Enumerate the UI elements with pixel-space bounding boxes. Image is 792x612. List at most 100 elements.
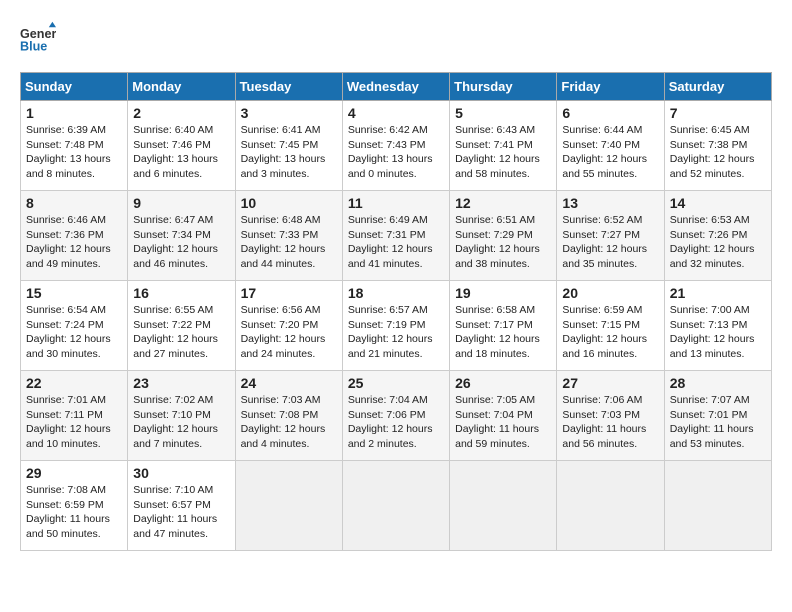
day-number: 28 [670, 375, 766, 391]
cell-line: Sunset: 6:59 PM [26, 498, 122, 513]
cell-line: and 49 minutes. [26, 257, 122, 272]
day-number: 30 [133, 465, 229, 481]
cell-line: Daylight: 12 hours [26, 242, 122, 257]
cell-line: Sunset: 7:04 PM [455, 408, 551, 423]
calendar-cell [557, 461, 664, 551]
cell-line: Sunset: 7:15 PM [562, 318, 658, 333]
calendar-cell: 15Sunrise: 6:54 AMSunset: 7:24 PMDayligh… [21, 281, 128, 371]
cell-line: Daylight: 12 hours [348, 422, 444, 437]
cell-line: Daylight: 12 hours [562, 332, 658, 347]
cell-line: Daylight: 12 hours [670, 152, 766, 167]
cell-line: and 59 minutes. [455, 437, 551, 452]
calendar-week-row: 15Sunrise: 6:54 AMSunset: 7:24 PMDayligh… [21, 281, 772, 371]
cell-line: and 50 minutes. [26, 527, 122, 542]
cell-line: Sunset: 7:48 PM [26, 138, 122, 153]
day-number: 18 [348, 285, 444, 301]
cell-line: Sunrise: 6:49 AM [348, 213, 444, 228]
weekday-header: Thursday [450, 73, 557, 101]
calendar-table: SundayMondayTuesdayWednesdayThursdayFrid… [20, 72, 772, 551]
weekday-header: Monday [128, 73, 235, 101]
cell-line: Sunset: 7:11 PM [26, 408, 122, 423]
cell-line: Sunrise: 6:46 AM [26, 213, 122, 228]
weekday-header-row: SundayMondayTuesdayWednesdayThursdayFrid… [21, 73, 772, 101]
day-number: 16 [133, 285, 229, 301]
cell-line: and 10 minutes. [26, 437, 122, 452]
svg-text:Blue: Blue [20, 40, 47, 54]
calendar-cell: 25 Sunrise: 7:04 AMSunset: 7:06 PMDayligh… [342, 371, 449, 461]
day-number: 17 [241, 285, 337, 301]
cell-line: and 24 minutes. [241, 347, 337, 362]
cell-line: Sunrise: 6:53 AM [670, 213, 766, 228]
cell-line: and 46 minutes. [133, 257, 229, 272]
cell-line: and 8 minutes. [26, 167, 122, 182]
calendar-cell [342, 461, 449, 551]
cell-line: Sunrise: 6:45 AM [670, 123, 766, 138]
cell-line: Sunset: 7:26 PM [670, 228, 766, 243]
cell-line: Sunset: 7:34 PM [133, 228, 229, 243]
calendar-cell: 14Sunrise: 6:53 AMSunset: 7:26 PMDayligh… [664, 191, 771, 281]
calendar-cell: 1Sunrise: 6:39 AMSunset: 7:48 PMDaylight… [21, 101, 128, 191]
cell-line: Sunset: 7:40 PM [562, 138, 658, 153]
weekday-header: Saturday [664, 73, 771, 101]
page-header: General Blue [20, 20, 772, 56]
calendar-cell: 2Sunrise: 6:40 AMSunset: 7:46 PMDaylight… [128, 101, 235, 191]
cell-line: Sunset: 7:08 PM [241, 408, 337, 423]
calendar-cell: 10Sunrise: 6:48 AMSunset: 7:33 PMDayligh… [235, 191, 342, 281]
cell-line: Daylight: 12 hours [348, 332, 444, 347]
cell-line: Daylight: 12 hours [562, 242, 658, 257]
calendar-cell [450, 461, 557, 551]
day-number: 20 [562, 285, 658, 301]
cell-line: Sunset: 7:01 PM [670, 408, 766, 423]
calendar-cell: 6Sunrise: 6:44 AMSunset: 7:40 PMDaylight… [557, 101, 664, 191]
cell-line: and 7 minutes. [133, 437, 229, 452]
cell-line: Daylight: 12 hours [133, 332, 229, 347]
cell-line: Daylight: 11 hours [670, 422, 766, 437]
day-number: 23 [133, 375, 229, 391]
cell-line: Sunrise: 7:04 AM [348, 393, 444, 408]
calendar-cell: 5Sunrise: 6:43 AMSunset: 7:41 PMDaylight… [450, 101, 557, 191]
cell-line: Daylight: 11 hours [133, 512, 229, 527]
cell-line: Daylight: 12 hours [348, 242, 444, 257]
cell-line: Sunrise: 6:43 AM [455, 123, 551, 138]
day-number: 13 [562, 195, 658, 211]
calendar-cell: 27Sunrise: 7:06 AMSunset: 7:03 PMDayligh… [557, 371, 664, 461]
cell-line: and 30 minutes. [26, 347, 122, 362]
calendar-week-row: 1Sunrise: 6:39 AMSunset: 7:48 PMDaylight… [21, 101, 772, 191]
cell-line: and 21 minutes. [348, 347, 444, 362]
cell-line: Sunset: 7:19 PM [348, 318, 444, 333]
cell-line: and 4 minutes. [241, 437, 337, 452]
calendar-cell: 20Sunrise: 6:59 AMSunset: 7:15 PMDayligh… [557, 281, 664, 371]
cell-line: Daylight: 13 hours [348, 152, 444, 167]
cell-line: Sunrise: 6:44 AM [562, 123, 658, 138]
cell-line: Sunset: 7:33 PM [241, 228, 337, 243]
day-number: 27 [562, 375, 658, 391]
cell-line: Daylight: 12 hours [241, 422, 337, 437]
cell-line: Sunset: 7:06 PM [348, 408, 444, 423]
cell-line: Sunrise: 6:55 AM [133, 303, 229, 318]
cell-line: Sunset: 7:45 PM [241, 138, 337, 153]
day-number: 2 [133, 105, 229, 121]
calendar-cell: 22Sunrise: 7:01 AMSunset: 7:11 PMDayligh… [21, 371, 128, 461]
cell-line: Sunset: 7:20 PM [241, 318, 337, 333]
calendar-cell: 17Sunrise: 6:56 AMSunset: 7:20 PMDayligh… [235, 281, 342, 371]
day-number: 7 [670, 105, 766, 121]
cell-line: Sunset: 7:03 PM [562, 408, 658, 423]
cell-line: Daylight: 11 hours [26, 512, 122, 527]
calendar-week-row: 8Sunrise: 6:46 AMSunset: 7:36 PMDaylight… [21, 191, 772, 281]
calendar-cell: 16 Sunrise: 6:55 AMSunset: 7:22 PMDayligh… [128, 281, 235, 371]
logo: General Blue [20, 20, 60, 56]
day-number: 9 [133, 195, 229, 211]
cell-line: and 35 minutes. [562, 257, 658, 272]
calendar-cell: 13Sunrise: 6:52 AMSunset: 7:27 PMDayligh… [557, 191, 664, 281]
cell-line: and 0 minutes. [348, 167, 444, 182]
day-number: 1 [26, 105, 122, 121]
cell-line: and 55 minutes. [562, 167, 658, 182]
cell-line: Sunset: 7:22 PM [133, 318, 229, 333]
calendar-cell: 3Sunrise: 6:41 AMSunset: 7:45 PMDaylight… [235, 101, 342, 191]
calendar-cell: 26Sunrise: 7:05 AMSunset: 7:04 PMDayligh… [450, 371, 557, 461]
cell-line: Sunrise: 6:57 AM [348, 303, 444, 318]
day-number: 19 [455, 285, 551, 301]
weekday-header: Sunday [21, 73, 128, 101]
cell-line: Sunrise: 6:56 AM [241, 303, 337, 318]
day-number: 25 [348, 375, 444, 391]
